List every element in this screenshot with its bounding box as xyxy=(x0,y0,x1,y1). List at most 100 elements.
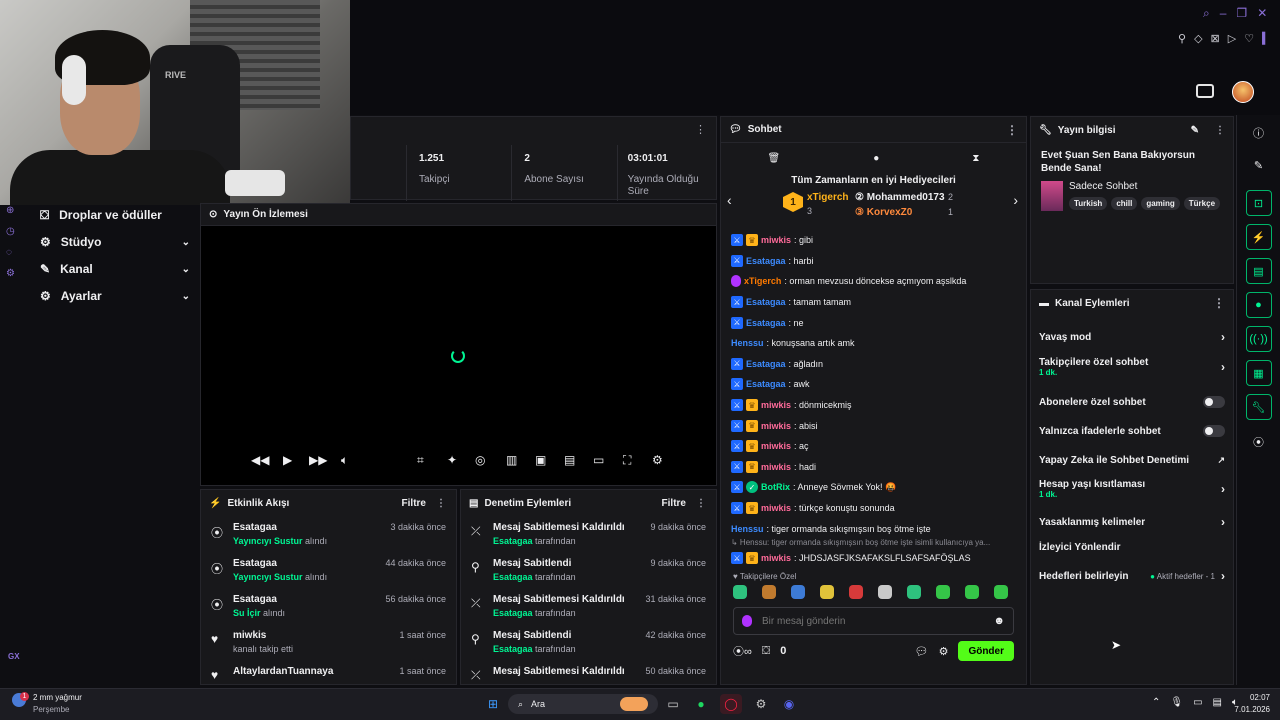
layout-icon[interactable]: ▭ xyxy=(593,453,604,467)
activity-filter-button[interactable]: Filtre xyxy=(402,498,426,509)
activity-menu-icon[interactable]: ⋮ xyxy=(436,498,446,509)
mic-icon[interactable] xyxy=(742,615,752,627)
action-account-age[interactable]: Hesap yaşı kısıtlaması 1 dk. › xyxy=(1031,478,1233,500)
file-explorer-icon[interactable]: ▭ xyxy=(662,694,684,714)
trash-icon[interactable]: 🗑︎ xyxy=(768,153,781,164)
emote-icon[interactable] xyxy=(936,585,950,599)
tag-chip[interactable]: chill xyxy=(1111,197,1138,210)
microphone-icon[interactable]: 🎙︎ xyxy=(1170,697,1183,708)
emote-icon[interactable] xyxy=(733,585,747,599)
emotes-only-toggle[interactable] xyxy=(1203,425,1225,437)
pip-icon[interactable]: ▣ xyxy=(535,453,546,467)
chat-username[interactable]: Esatagaa xyxy=(746,379,786,389)
chat-input-box[interactable]: ☻ xyxy=(733,607,1014,635)
mod-action-item[interactable]: ⤫ Mesaj Sabitlemesi Kaldırıldı Esatagaa … xyxy=(471,590,706,626)
chat-username[interactable]: BotRix xyxy=(761,482,790,492)
stream-info-menu-icon[interactable]: ⋮ xyxy=(1215,125,1225,136)
nav-settings[interactable]: ⚙ Ayarlar ⌄ xyxy=(40,283,190,309)
camera-rail-icon[interactable]: ⊡ xyxy=(1245,190,1272,216)
activity-item[interactable]: ⦿ Esatagaa Su İçir alındı 56 dakika önce xyxy=(211,590,446,626)
fullscreen-icon[interactable]: ⛶ xyxy=(623,453,631,468)
edit-icon[interactable]: ✎ xyxy=(1191,125,1199,136)
rail-plus-icon[interactable]: ⊕ xyxy=(6,205,22,216)
mod-filter-button[interactable]: Filtre xyxy=(662,498,686,509)
chat-message[interactable]: ⚔ ♛ miwkis: dönmicekmiş xyxy=(731,395,1016,416)
chat-username[interactable]: miwkis xyxy=(761,400,791,410)
chat-message[interactable]: ⚔ Esatagaa: awk xyxy=(731,374,1016,395)
tag-chip[interactable]: Türkçe xyxy=(1183,197,1221,210)
action-goals[interactable]: Hedefleri belirleyin ● Aktif hedefler - … xyxy=(1031,558,1233,594)
mod-action-item[interactable]: ⤫ Mesaj Sabitlemesi Kaldırıldı Esatagaa … xyxy=(471,518,706,554)
discord-icon[interactable]: ◉ xyxy=(778,694,800,714)
chat-username[interactable]: Esatagaa xyxy=(746,359,786,369)
search-icon[interactable]: ⌕ xyxy=(1203,6,1210,21)
display-icon[interactable]: ▭ xyxy=(1193,697,1202,708)
restore-icon[interactable]: ❐ xyxy=(1236,6,1247,21)
taskbar-search[interactable]: ⌕ Ara xyxy=(508,694,658,714)
chat-message[interactable]: ⚔ ✓ BotRix: Anneye Sövmek Yok! 🤬 xyxy=(731,477,1016,498)
category-thumbnail[interactable] xyxy=(1041,181,1063,211)
hourglass-icon[interactable]: ⧗ xyxy=(972,153,979,164)
minimize-icon[interactable]: – xyxy=(1220,6,1227,21)
sparkle-icon[interactable]: ✦ xyxy=(447,453,457,467)
chat-message[interactable]: xTigerch: orman mevzusu döncekse açmıyom… xyxy=(731,271,1016,292)
chat-message[interactable]: ⚔ Esatagaa: ağladın xyxy=(731,354,1016,375)
chat-username[interactable]: miwkis xyxy=(761,441,791,451)
emote-icon[interactable] xyxy=(907,585,921,599)
network-icon[interactable]: ▤ xyxy=(1213,697,1222,708)
chat-rail-icon[interactable]: ● xyxy=(1245,292,1272,318)
chat-message[interactable]: ⚔ ♛ miwkis: gibi xyxy=(731,230,1016,251)
chat-username[interactable]: miwkis xyxy=(761,503,791,513)
chat-username[interactable]: xTigerch xyxy=(744,276,781,286)
chat-message[interactable]: ⚔ ♛ miwkis: hadi xyxy=(731,457,1016,478)
lightning-rail-icon[interactable]: ⚡ xyxy=(1245,224,1272,250)
emote-icon[interactable] xyxy=(878,585,892,599)
category-name[interactable]: Sadece Sohbet xyxy=(1069,181,1220,192)
spotify-icon[interactable]: ● xyxy=(690,694,712,714)
chat-username[interactable]: miwkis xyxy=(761,462,791,472)
nav-studio[interactable]: ⚙ Stüdyo ⌄ xyxy=(40,229,190,255)
sidebar-toggle-icon[interactable]: ▍ xyxy=(1262,32,1270,45)
pin-icon[interactable]: ⚲ xyxy=(1178,32,1186,45)
chat-bubble-icon[interactable]: 💬︎ xyxy=(915,645,929,658)
play-icon[interactable]: ▶ xyxy=(283,453,292,467)
action-banned-words[interactable]: Yasaklanmış kelimeler › xyxy=(1031,504,1233,540)
send-button[interactable]: Gönder xyxy=(958,641,1014,661)
activity-item[interactable]: ♥ AltaylardanTuannaya 1 saat önce xyxy=(211,662,446,682)
mod-menu-icon[interactable]: ⋮ xyxy=(696,498,706,509)
chevron-right-icon[interactable]: › xyxy=(1013,192,1018,208)
theater-icon[interactable]: ▤ xyxy=(564,453,575,467)
chat-username[interactable]: Esatagaa xyxy=(746,297,786,307)
action-host[interactable]: İzleyici Yönlendir xyxy=(1031,540,1233,554)
activity-item[interactable]: ⦿ Esatagaa Yayıncıyı Sustur alındı 3 dak… xyxy=(211,518,446,554)
activity-item[interactable]: ⦿ Esatagaa Yayıncıyı Sustur alındı 44 da… xyxy=(211,554,446,590)
gear-icon[interactable]: ⚙ xyxy=(652,453,663,467)
clock-time[interactable]: 02:07 xyxy=(1240,693,1270,702)
mod-action-item[interactable]: ⚲ Mesaj Sabitlendi Esatagaa tarafından 4… xyxy=(471,626,706,662)
notes-rail-icon[interactable]: ▤ xyxy=(1245,258,1272,284)
chat-username[interactable]: Esatagaa xyxy=(746,256,786,266)
app-icon[interactable]: ⚙ xyxy=(750,694,772,714)
redeem-rail-icon[interactable]: ⦿ xyxy=(1237,434,1280,450)
rail-clock-icon[interactable]: ◷ xyxy=(6,226,22,237)
chat-message[interactable]: ⚔ ♛ miwkis: aç xyxy=(731,436,1016,457)
mod-action-item[interactable]: ⚲ Mesaj Sabitlendi Esatagaa tarafından 9… xyxy=(471,554,706,590)
stats-menu-icon[interactable]: ⋮ xyxy=(695,123,706,136)
nav-drops[interactable]: ⛋ Droplar ve ödüller xyxy=(40,202,190,228)
stats-icon[interactable]: ▥ xyxy=(506,453,517,467)
channel-actions-menu-icon[interactable]: ⋮ xyxy=(1213,296,1225,310)
heart-icon[interactable]: ♡ xyxy=(1244,32,1254,45)
play-icon[interactable]: ▷ xyxy=(1228,32,1236,45)
clock-date[interactable]: 7.01.2026 xyxy=(1226,705,1270,714)
emote-icon[interactable] xyxy=(791,585,805,599)
chat-username[interactable]: Henssu xyxy=(731,524,764,534)
tag-chip[interactable]: Turkish xyxy=(1069,197,1108,210)
action-slow-mode[interactable]: Yavaş mod › xyxy=(1031,318,1233,356)
stats-rail-icon[interactable]: ▦ xyxy=(1245,360,1272,386)
tag-chip[interactable]: gaming xyxy=(1141,197,1180,210)
rail-chat-icon[interactable]: ◌ xyxy=(6,247,22,258)
subscribers-only-toggle[interactable] xyxy=(1203,396,1225,408)
chat-username[interactable]: miwkis xyxy=(761,235,791,245)
edit-icon[interactable]: ✎ xyxy=(1237,159,1280,172)
action-subscribers-only[interactable]: Abonelere özel sohbet xyxy=(1031,384,1233,420)
